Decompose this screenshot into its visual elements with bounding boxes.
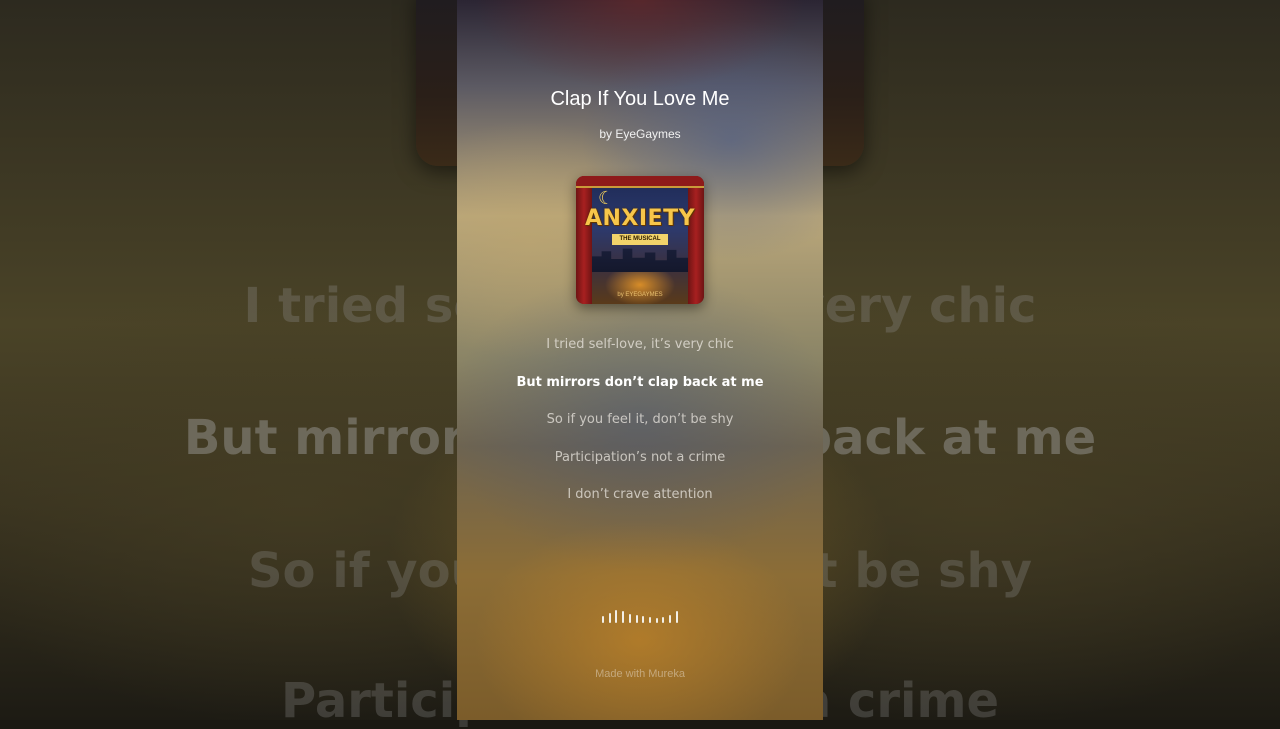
- city-skyline: [592, 248, 688, 272]
- lyric-line-active: But mirrors don’t clap back at me: [516, 374, 764, 390]
- lyric-line: I tried self-love, it’s very chic: [546, 337, 734, 352]
- lyrics-list: I tried self-love, it’s very chic But mi…: [457, 336, 823, 524]
- lyric-line: Participation’s not a crime: [554, 449, 726, 465]
- player-card: Clap If You Love Me by EyeGaymes ☾ ANXIE…: [457, 0, 823, 720]
- curtain-left: [576, 176, 592, 304]
- audio-waveform-icon: [602, 607, 678, 623]
- cover-title: ANXIETY: [584, 206, 696, 231]
- cover-subtitle: THE MUSICAL: [612, 234, 668, 245]
- curtain-valance: [576, 176, 704, 188]
- lyric-line: So if you feel it, don’t be shy: [546, 412, 734, 427]
- curtain-right: [688, 176, 704, 304]
- cover-credit: by EYEGAYMES: [617, 292, 663, 298]
- album-cover: ☾ ANXIETY THE MUSICAL by EYEGAYMES: [576, 176, 704, 304]
- song-title: Clap If You Love Me: [550, 88, 730, 110]
- made-with-label: Made with Mureka: [595, 668, 685, 680]
- lyric-line: I don’t crave attention: [567, 487, 713, 502]
- artist-name: by EyeGaymes: [599, 127, 681, 141]
